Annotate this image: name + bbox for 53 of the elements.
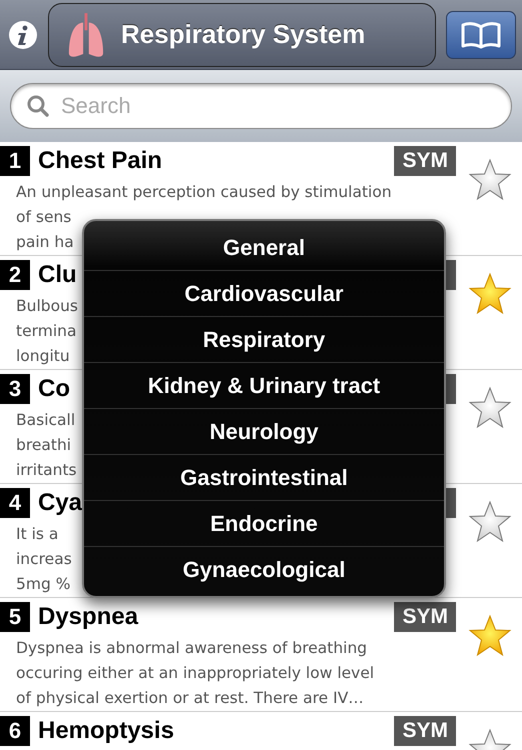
category-option[interactable]: Gynaecological <box>84 547 444 592</box>
item-title: Cya <box>38 489 82 517</box>
description-text: of physical exertion or at rest. There are IV… <box>16 688 364 709</box>
list-row[interactable]: 6 Hemoptysis SYM <box>0 712 522 750</box>
search-icon <box>26 94 50 118</box>
description-text: breathi <box>16 435 72 456</box>
star-icon[interactable] <box>468 500 512 544</box>
search-field[interactable]: Search <box>10 83 512 129</box>
book-icon <box>461 20 501 48</box>
screen-title: Respiratory System <box>121 19 366 50</box>
category-option[interactable]: Respiratory <box>84 317 444 363</box>
star-icon[interactable] <box>468 158 512 202</box>
item-title: Dyspnea <box>38 603 138 631</box>
item-number: 6 <box>0 716 30 746</box>
description-text: occuring either at an inappropriately low level <box>16 663 374 684</box>
item-title: Clu <box>38 261 77 289</box>
description-text: irritants <box>16 460 77 481</box>
description-text: termina <box>16 321 76 342</box>
type-badge: SYM <box>394 602 456 632</box>
description-text: It is a <box>16 524 58 545</box>
category-option[interactable]: Endocrine <box>84 501 444 547</box>
item-number: 1 <box>0 146 30 176</box>
item-number: 4 <box>0 488 30 518</box>
description-text: 5mg % <box>16 574 70 595</box>
description-text: longitu <box>16 346 70 367</box>
description-text: of sens <box>16 207 72 228</box>
item-title: Hemoptysis <box>38 717 174 745</box>
item-number: 3 <box>0 374 30 404</box>
item-title: Co <box>38 375 70 403</box>
description-text: Dyspnea is abnormal awareness of breathing <box>16 638 368 659</box>
category-option[interactable]: Gastrointestinal <box>84 455 444 501</box>
type-badge: SYM <box>394 146 456 176</box>
type-badge: SYM <box>394 716 456 746</box>
description-text: Bulbous <box>16 296 78 317</box>
list-row[interactable]: 5 Dyspnea SYM Dyspnea is abnormal awareness of breathing occuring either at an inappropriately low level of physical exertion or at rest. There are IV… <box>0 598 522 712</box>
category-option[interactable]: Cardiovascular <box>84 271 444 317</box>
item-number: 2 <box>0 260 30 290</box>
description-text: Basicall <box>16 410 76 431</box>
description-text: pain ha <box>16 232 74 253</box>
description-text: increas <box>16 549 72 570</box>
star-icon[interactable] <box>468 386 512 430</box>
category-option[interactable]: Neurology <box>84 409 444 455</box>
lungs-icon <box>67 10 105 58</box>
star-icon[interactable] <box>468 272 512 316</box>
item-title: Chest Pain <box>38 147 162 175</box>
book-button[interactable] <box>446 10 516 58</box>
category-option[interactable]: General <box>84 225 444 271</box>
title-button[interactable]: Respiratory System <box>48 2 436 66</box>
description-text: An unpleasant perception caused by stimulation <box>16 182 392 203</box>
star-icon[interactable] <box>468 614 512 658</box>
category-option[interactable]: Kidney & Urinary tract <box>84 363 444 409</box>
item-number: 5 <box>0 602 30 632</box>
info-icon[interactable] <box>8 20 38 50</box>
